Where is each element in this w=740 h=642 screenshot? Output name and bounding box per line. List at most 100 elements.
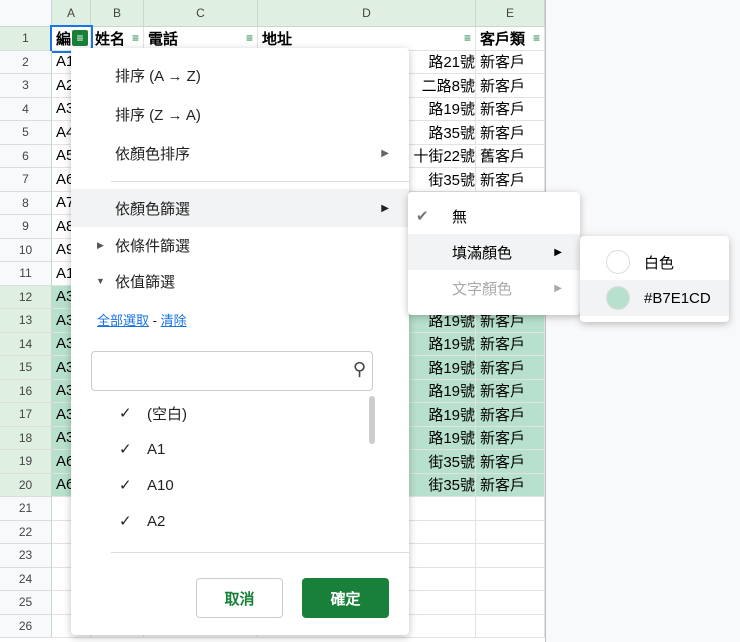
row-header[interactable]: 7 xyxy=(0,168,52,192)
expand-arrow-icon: ▶ xyxy=(97,239,104,250)
filter-by-values[interactable]: ▼ 依值篩選 xyxy=(71,262,409,300)
cell[interactable]: 電話 ≡ xyxy=(144,27,258,51)
filter-menu: 排序 (A → Z) 排序 (Z → A) 依顏色排序 ▶ 依顏色篩選 ▶ ▶ 依條件… xyxy=(71,48,409,635)
row-header[interactable]: 3 xyxy=(0,74,52,98)
value-checkbox-item[interactable]: ✓ (空白) xyxy=(71,394,409,432)
row-header[interactable]: 23 xyxy=(0,544,52,568)
row-header[interactable]: 8 xyxy=(0,191,52,215)
cell[interactable]: 新客戶 xyxy=(476,74,545,98)
filter-icon[interactable]: ≡ xyxy=(533,31,540,45)
row-header[interactable]: 17 xyxy=(0,403,52,427)
row-header[interactable]: 21 xyxy=(0,497,52,521)
cell[interactable]: 新客戶 xyxy=(476,356,545,380)
filter-icon[interactable]: ≡ xyxy=(132,31,139,45)
divider xyxy=(111,181,409,182)
filter-icon[interactable]: ≡ xyxy=(246,31,253,45)
sort-by-color[interactable]: 依顏色排序 ▶ xyxy=(71,134,409,172)
cell-text: 路19號 xyxy=(428,101,475,119)
row-header[interactable]: 10 xyxy=(0,238,52,262)
label: A1 xyxy=(147,440,166,458)
row-header[interactable]: 22 xyxy=(0,520,52,544)
filter-color-submenu: ✔ 無 填滿顏色 ▶ 文字顏色 ▶ xyxy=(408,192,580,315)
row-header[interactable]: 2 xyxy=(0,50,52,74)
cell[interactable]: 舊客戶 xyxy=(476,144,545,168)
row-header[interactable]: 4 xyxy=(0,97,52,121)
value-checkbox-item[interactable]: ✓ A10 xyxy=(71,466,409,504)
search-icon: ⚲ xyxy=(352,359,366,379)
cell-text: 新客戶 xyxy=(480,359,526,377)
cell[interactable]: 新客戶 xyxy=(476,50,545,74)
cell[interactable]: 新客戶 xyxy=(476,121,545,145)
column-header-A[interactable]: A xyxy=(52,0,91,27)
row-header[interactable]: 26 xyxy=(0,614,52,638)
row-header[interactable]: 20 xyxy=(0,473,52,497)
fill-color-choice[interactable]: #B7E1CD xyxy=(580,280,729,316)
cell[interactable]: 姓名 ≡ xyxy=(91,27,144,51)
cell[interactable]: 新客戶 xyxy=(476,473,545,497)
sort-a-z[interactable]: 排序 (A → Z) xyxy=(71,56,409,94)
row-header[interactable]: 25 xyxy=(0,591,52,615)
fill-color-choice[interactable]: 白色 xyxy=(580,244,729,280)
row-header[interactable]: 1 xyxy=(0,27,52,51)
cancel-button[interactable]: 取消 xyxy=(196,578,283,618)
row-header[interactable]: 12 xyxy=(0,285,52,309)
submenu-arrow-icon: ▶ xyxy=(381,147,389,159)
cell[interactable]: 新客戶 xyxy=(476,379,545,403)
cell[interactable]: 地址 ≡ xyxy=(258,27,476,51)
color-none-option[interactable]: ✔ 無 xyxy=(408,198,580,234)
row-header[interactable]: 11 xyxy=(0,262,52,286)
cell[interactable]: 新客戶 xyxy=(476,168,545,192)
clear-link[interactable]: 清除 xyxy=(161,313,187,328)
cell[interactable]: 編 ≡ xyxy=(50,25,93,53)
cell-text: 新客戶 xyxy=(480,54,526,72)
select-all-link[interactable]: 全部選取 xyxy=(97,313,149,328)
sort-z-a[interactable]: 排序 (Z → A) xyxy=(71,95,409,133)
row-header[interactable]: 18 xyxy=(0,426,52,450)
label: #B7E1CD xyxy=(644,289,711,307)
cell[interactable] xyxy=(476,497,545,521)
column-header-E[interactable]: E xyxy=(476,0,545,27)
row-header[interactable]: 24 xyxy=(0,567,52,591)
row-header[interactable]: 13 xyxy=(0,309,52,333)
filter-by-color[interactable]: 依顏色篩選 ▶ xyxy=(71,189,409,227)
value-checkbox-item[interactable]: ✓ A2 xyxy=(71,502,409,540)
text-color-option: 文字顏色 ▶ xyxy=(408,270,580,306)
cell[interactable]: 新客戶 xyxy=(476,450,545,474)
row-header[interactable]: 5 xyxy=(0,121,52,145)
cell[interactable]: 新客戶 xyxy=(476,426,545,450)
separator: - xyxy=(149,313,161,328)
row-header[interactable]: 9 xyxy=(0,215,52,239)
row-header[interactable]: 19 xyxy=(0,450,52,474)
value-search-input[interactable] xyxy=(98,352,342,390)
cell[interactable] xyxy=(476,520,545,544)
row-header[interactable]: 15 xyxy=(0,356,52,380)
cell[interactable]: 客戶類 ≡ xyxy=(476,27,545,51)
cell[interactable] xyxy=(476,591,545,615)
cell-text: 新客戶 xyxy=(480,430,526,448)
row-header[interactable]: 16 xyxy=(0,379,52,403)
filter-icon[interactable]: ≡ xyxy=(464,31,471,45)
value-checkbox-item[interactable]: ✓ A1 xyxy=(71,430,409,468)
fill-color-option[interactable]: 填滿顏色 ▶ xyxy=(408,234,580,270)
cell[interactable] xyxy=(476,567,545,591)
cell[interactable] xyxy=(476,544,545,568)
cell[interactable]: 新客戶 xyxy=(476,332,545,356)
row-header[interactable]: 14 xyxy=(0,332,52,356)
cell[interactable]: 新客戶 xyxy=(476,403,545,427)
column-header-D[interactable]: D xyxy=(258,0,476,27)
filter-icon[interactable]: ≡ xyxy=(72,30,88,47)
scrollbar[interactable] xyxy=(369,396,375,444)
submenu-arrow-icon: ▶ xyxy=(554,282,562,294)
column-header-B[interactable]: B xyxy=(91,0,144,27)
filter-by-condition[interactable]: ▶ 依條件篩選 xyxy=(71,226,409,264)
cell[interactable]: 新客戶 xyxy=(476,97,545,121)
select-all-corner[interactable] xyxy=(0,0,52,27)
row-header[interactable]: 6 xyxy=(0,144,52,168)
check-icon: ✔ xyxy=(416,208,429,225)
cell[interactable] xyxy=(476,614,545,638)
column-header-C[interactable]: C xyxy=(144,0,258,27)
label: 白色 xyxy=(644,254,675,272)
cell-text: 新客戶 xyxy=(480,477,526,495)
ok-button[interactable]: 確定 xyxy=(302,578,389,618)
cell-text: 路19號 xyxy=(428,430,475,448)
